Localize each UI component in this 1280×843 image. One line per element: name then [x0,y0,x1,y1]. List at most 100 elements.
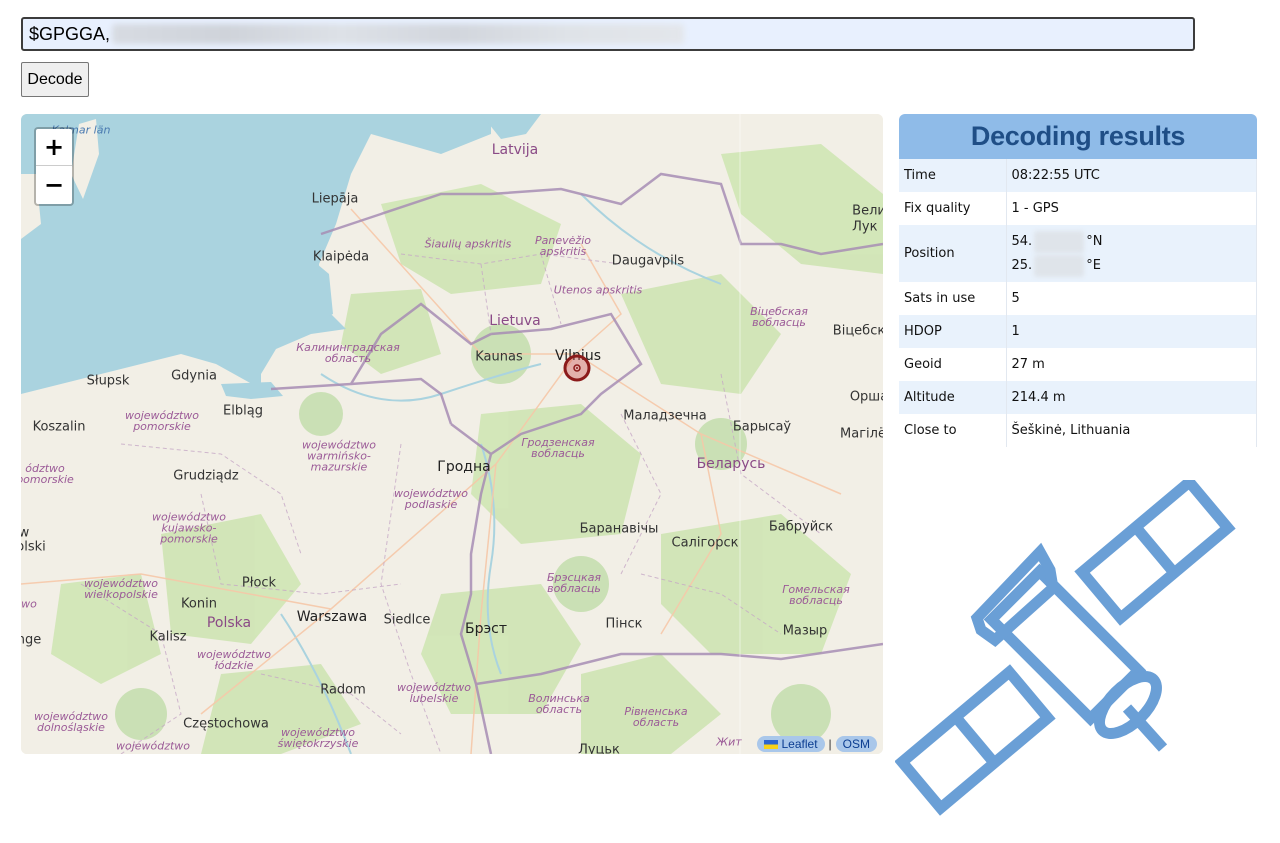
map-label-klaipeda: Klaipėda [312,249,370,265]
map-label-koszalin: Koszalin [32,419,86,435]
map-label-latvija: Latvija [491,142,539,158]
nmea-sentence-text: $GPGGA, [29,23,111,44]
map-label-kaliningrad: Калининградская область [296,341,400,365]
redacted-sentence [112,24,685,44]
map-label-liepaja: Liepāja [311,191,359,207]
map-label-warszawa: Warszawa [296,609,368,625]
row-value-geoid: 27 m [1006,348,1257,381]
map-label-w: w [21,525,30,541]
map-label-lietuva: Lietuva [489,313,541,329]
location-marker-icon[interactable] [563,354,591,382]
map-label-zhyt: Жит [716,735,742,749]
ukraine-flag-icon [763,739,778,749]
map-view[interactable]: Kalmar län Latvija Liepāja Klaipėda Šiau… [21,114,883,754]
row-label-geoid: Geoid [899,348,1007,381]
table-row: Time 08:22:55 UTC [899,159,1257,192]
map-label-siauliu: Šiaulių apskritis [424,237,512,251]
row-label-hdop: HDOP [899,315,1007,348]
map-label-panevezio: Panevėžio apskritis [535,234,591,258]
osm-link[interactable]: OSM [835,736,877,752]
map-label-brest-obl: Брэсцкая вобласць [546,571,602,595]
longitude-prefix: 25. [1011,258,1033,273]
zoom-in-button[interactable]: + [36,129,72,166]
row-label-sats: Sats in use [899,282,1007,315]
map-label-lubelskie: województwo lubelskie [396,681,472,705]
map-label-kalisz: Kalisz [149,629,187,645]
table-row: Geoid 27 m [899,348,1257,381]
map-label-nge: nge [21,632,42,648]
row-value-position: 54. °N 25. °E [1006,225,1257,282]
latitude-value: 54. °N [1012,230,1252,254]
decode-button[interactable]: Decode [21,62,89,97]
row-label-fix-quality: Fix quality [899,192,1007,225]
zoom-out-button[interactable]: − [36,166,72,203]
map-label-brest: Брэст [464,621,508,637]
table-row: Sats in use 5 [899,282,1257,315]
nmea-sentence-input[interactable]: $GPGGA, [21,17,1195,51]
map-label-konin: Konin [181,596,217,612]
latitude-prefix: 54. [1011,234,1033,249]
map-label-plock: Płock [241,575,277,591]
map-label-volyn: Волинська область [528,692,590,716]
map-label-siedlce: Siedlce [383,612,431,628]
map-label-hrodna-obl: Гродзенская вобласць [521,436,595,460]
table-row: Altitude 214.4 m [899,381,1257,414]
table-row: HDOP 1 [899,315,1257,348]
map-label-czestochowa: Częstochowa [183,716,269,732]
row-value-sats: 5 [1006,282,1257,315]
row-value-altitude: 214.4 m [1006,381,1257,414]
decoding-results-panel: Decoding results Time 08:22:55 UTC Fix q… [899,114,1257,447]
map-label-wielkopolskie: województwo wielkopolskie [83,577,159,601]
map-label-polska: Polska [206,615,252,631]
map-label-podlaskie: województwo podlaskie [393,487,469,511]
longitude-value: 25. °E [1012,254,1252,278]
results-title: Decoding results [899,114,1257,159]
row-value-hdop: 1 [1006,315,1257,348]
row-label-time: Time [899,159,1007,192]
map-label-lutsk: Луцьк [578,742,620,755]
map-label-barysau: Барысаў [732,419,792,435]
row-value-time: 08:22:55 UTC [1006,159,1257,192]
leaflet-link[interactable]: Leaflet [756,736,825,752]
map-label-pinsk: Пінск [605,616,643,632]
map-label-warminsko: województwo warmińsko- mazurskie [301,438,377,474]
table-row: Fix quality 1 - GPS [899,192,1257,225]
row-label-position: Position [899,225,1007,282]
results-table: Time 08:22:55 UTC Fix quality 1 - GPS Po… [899,159,1257,447]
map-label-maladzechna: Маладзечна [623,408,707,424]
map-label-wo: wo [21,597,37,611]
map-label-swietokrzyskie: województwo świętokrzyskie [277,726,359,750]
longitude-suffix: °E [1086,258,1101,273]
map-label-babruisk: Бабруйск [768,519,834,535]
map-label-vitebsk: Віцебск [832,323,883,339]
map-label-mahilyow: Магілё [840,426,883,442]
redacted-latitude [1034,230,1085,253]
table-row: Close to Šeškinė, Lithuania [899,414,1257,447]
row-value-close-to: Šeškinė, Lithuania [1006,414,1257,447]
map-label-gdynia: Gdynia [171,368,217,384]
map-label-rivne: Рівненська область [624,705,688,729]
row-value-fix-quality: 1 - GPS [1006,192,1257,225]
zoom-control: + − [34,127,74,206]
map-label-salihorsk: Салігорск [671,535,739,551]
map-label-belarus: Беларусь [696,456,766,472]
latitude-suffix: °N [1086,234,1103,249]
map-label-radom: Radom [320,682,366,698]
map-label-velikie: Вели Лук [852,203,883,234]
map-label-utenos: Utenos apskritis [553,283,643,297]
map-label-pomorskie: województwo pomorskie [124,409,200,433]
table-row: Position 54. °N 25. °E [899,225,1257,282]
row-label-altitude: Altitude [899,381,1007,414]
map-label-dolnoslaskie: województwo dolnośląskie [33,710,109,734]
map-label-daugavpils: Daugavpils [611,253,685,269]
satellite-icon [895,480,1236,816]
map-label-mazyr: Мазыр [782,623,828,639]
map-label-wojewodztwo-bottom: województwo [115,739,191,753]
map-label-elblag: Elbląg [223,403,263,419]
map-label-lodzkie: województwo łódzkie [196,648,272,672]
attribution-separator: | [828,737,832,751]
map-label-orsha: Орша [849,389,883,405]
row-label-close-to: Close to [899,414,1007,447]
redacted-longitude [1034,254,1085,277]
map-label-vitebsk-obl: Віцебская вобласць [750,305,808,329]
